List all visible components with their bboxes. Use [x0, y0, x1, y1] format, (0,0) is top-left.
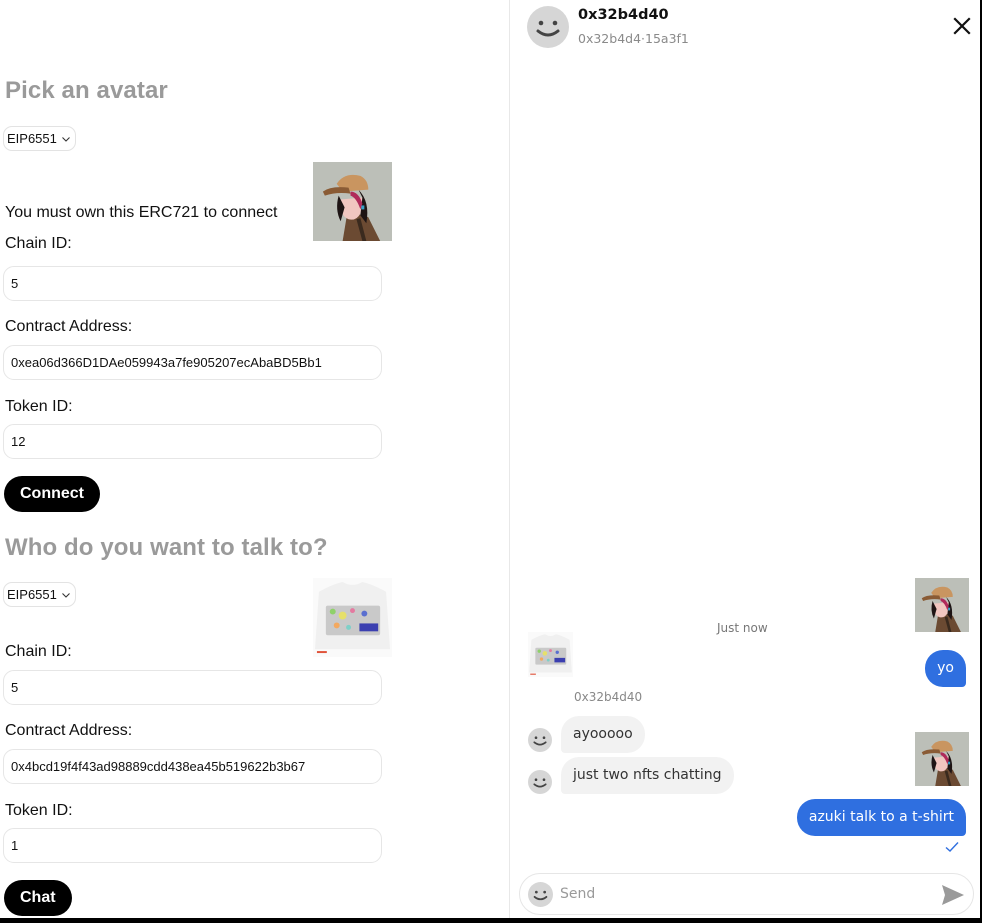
own-avatar-image: [915, 578, 969, 632]
avatar-token-id-label: Token ID:: [5, 398, 73, 415]
tshirt-nft-image: [313, 578, 392, 657]
own-avatar-image: [915, 732, 969, 786]
app-window: Pick an avatar EIP6551 You must own this…: [0, 0, 980, 918]
message-input[interactable]: [560, 880, 920, 908]
avatar-standard-value: EIP6551: [7, 131, 57, 146]
sender-avatar-icon: [528, 770, 552, 794]
message-outgoing: azuki talk to a t-shirt: [796, 799, 966, 836]
message-composer: [519, 873, 974, 915]
recipient-token-id-input[interactable]: [3, 828, 382, 863]
message-incoming: just two nfts chatting: [561, 757, 734, 794]
recipient-standard-value: EIP6551: [7, 587, 57, 602]
delivered-check-icon: [945, 842, 959, 852]
contact-address: 0x32b4d4·15a3f1: [578, 31, 689, 46]
emoji-icon[interactable]: [528, 882, 553, 907]
avatar-chain-id-input[interactable]: [3, 266, 382, 301]
contact-avatar-icon: [527, 6, 569, 48]
avatar-chain-id-label: Chain ID:: [5, 235, 72, 252]
avatar-token-id-input[interactable]: [3, 424, 382, 459]
message-timestamp: Just now: [717, 621, 768, 635]
avatar-contract-label: Contract Address:: [5, 318, 133, 335]
avatar-standard-select[interactable]: EIP6551: [3, 126, 76, 151]
chevron-down-icon: [61, 592, 70, 598]
sender-name: 0x32b4d40: [574, 690, 643, 704]
chat-panel: 0x32b4d40 0x32b4d4·15a3f1 Just now yo 0x…: [509, 0, 980, 918]
azuki-nft-image: [313, 162, 392, 241]
contact-nft-avatar: [528, 632, 573, 677]
recipient-contract-label: Contract Address:: [5, 722, 133, 739]
recipient-contract-input[interactable]: [3, 749, 382, 784]
message-outgoing: yo: [925, 650, 966, 687]
chevron-down-icon: [61, 136, 70, 142]
chat-button[interactable]: Chat: [4, 880, 72, 916]
sender-avatar-icon: [528, 728, 552, 752]
ownership-note: You must own this ERC721 to connect: [5, 204, 278, 221]
avatar-contract-input[interactable]: [3, 345, 382, 380]
connect-button[interactable]: Connect: [4, 476, 100, 512]
recipient-chain-id-label: Chain ID:: [5, 643, 72, 660]
talk-to-heading: Who do you want to talk to?: [5, 534, 328, 561]
contact-name: 0x32b4d40: [578, 7, 669, 23]
recipient-chain-id-input[interactable]: [3, 670, 382, 705]
pick-avatar-heading: Pick an avatar: [5, 77, 168, 104]
send-icon[interactable]: [941, 884, 965, 906]
recipient-token-id-label: Token ID:: [5, 802, 73, 819]
message-incoming: ayooooo: [561, 716, 645, 753]
close-icon[interactable]: [950, 14, 974, 38]
nft-connect-form: Pick an avatar EIP6551 You must own this…: [0, 0, 508, 918]
recipient-standard-select[interactable]: EIP6551: [3, 582, 76, 607]
